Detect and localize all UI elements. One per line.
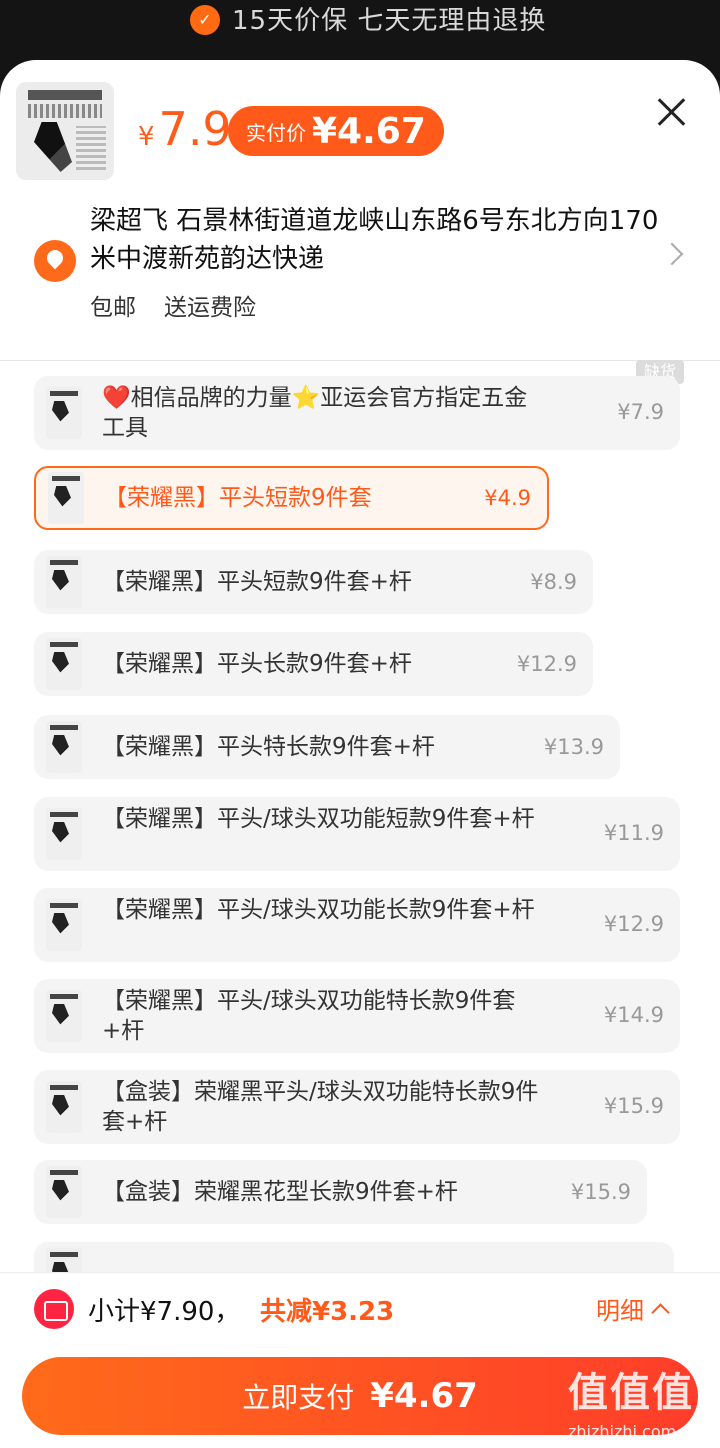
chevron-right-icon[interactable] bbox=[660, 242, 684, 266]
location-pin-icon bbox=[34, 240, 76, 282]
sku-name: ❤️相信品牌的力量⭐亚运会官方指定五金工具 bbox=[102, 385, 528, 441]
pay-amount: ¥4.67 bbox=[370, 1376, 478, 1416]
sku-price: ¥15.9 bbox=[603, 1094, 664, 1118]
watermark-logo: 值值值 bbox=[568, 1370, 694, 1416]
sku-name: 【盒装】荣耀黑平头/球头双功能特长款9件套+杆 bbox=[102, 1079, 539, 1135]
sku-name: 【荣耀黑】平头短款9件套 bbox=[104, 485, 372, 511]
chevron-up-icon bbox=[651, 1303, 670, 1322]
sku-price: ¥14.9 bbox=[603, 1003, 664, 1027]
sku-option[interactable]: 【盒装】荣耀黑平头/球头双功能特长款9件套+杆 ¥15.9 bbox=[34, 1070, 680, 1144]
sku-thumbnail bbox=[46, 387, 82, 439]
sku-selection-sheet: ¥7.9 实付价 ¥4.67 梁超飞 石景林街道道龙峡山东路6号东北方向170米… bbox=[0, 60, 720, 1448]
sku-option[interactable]: 【盒装】荣耀黑花型长款9件套+杆 ¥15.9 bbox=[34, 1160, 647, 1224]
paid-price-amount: ¥4.67 bbox=[312, 110, 426, 152]
detail-label: 明细 bbox=[596, 1297, 644, 1325]
sku-option[interactable]: 【荣耀黑】平头/球头双功能短款9件套+杆 ¥11.9 bbox=[34, 797, 680, 871]
paid-price-label: 实付价 bbox=[246, 120, 306, 145]
sku-thumbnail bbox=[46, 808, 82, 860]
sku-thumbnail bbox=[46, 556, 82, 608]
price-value: 7.9 bbox=[158, 102, 232, 156]
sku-name: 【荣耀黑】平头/球头双功能短款9件套+杆 bbox=[102, 806, 535, 832]
sku-option[interactable]: 【荣耀黑】平头/球头双功能特长款9件套+杆 ¥14.9 bbox=[34, 979, 680, 1053]
sku-name: 【荣耀黑】平头/球头双功能特长款9件套+杆 bbox=[102, 988, 516, 1044]
sku-price: ¥4.9 bbox=[484, 486, 531, 510]
paid-price-pill: 实付价 ¥4.67 bbox=[228, 106, 444, 156]
shield-check-icon: ✓ bbox=[190, 4, 220, 35]
product-thumbnail[interactable] bbox=[16, 82, 114, 180]
shipping-tags: 包邮 送运费险 bbox=[90, 288, 256, 322]
watermark-url: zhizhizhi.com bbox=[568, 1422, 677, 1441]
sku-price: ¥8.9 bbox=[530, 570, 577, 594]
shipping-address[interactable]: 梁超飞 石景林街道道龙峡山东路6号东北方向170米中渡新苑韵达快递 bbox=[90, 202, 660, 278]
sku-option[interactable]: 【荣耀黑】平头长款9件套+杆 ¥12.9 bbox=[34, 632, 593, 696]
sku-name: 【荣耀黑】平头长款9件套+杆 bbox=[102, 651, 412, 677]
subtotal-text: 小计¥7.90， bbox=[88, 1297, 241, 1327]
sku-option[interactable]: ❤️相信品牌的力量⭐亚运会官方指定五金工具 ¥7.9 bbox=[34, 376, 680, 450]
sku-name: 【荣耀黑】平头特长款9件套+杆 bbox=[102, 734, 435, 760]
sku-name: 【荣耀黑】平头短款9件套+杆 bbox=[102, 569, 412, 595]
sku-price: ¥13.9 bbox=[543, 735, 604, 759]
sku-price: ¥7.9 bbox=[617, 400, 664, 424]
sku-thumbnail bbox=[46, 721, 82, 773]
tag-free-shipping: 包邮 bbox=[90, 295, 136, 321]
sku-thumbnail bbox=[46, 899, 82, 951]
sku-price: ¥12.9 bbox=[603, 912, 664, 936]
sku-price: ¥12.9 bbox=[516, 652, 577, 676]
discount-text: 共减¥3.23 bbox=[260, 1297, 395, 1327]
sku-name: 【盒装】荣耀黑花型长款9件套+杆 bbox=[102, 1179, 458, 1205]
sku-thumbnail bbox=[46, 990, 82, 1042]
sku-price: ¥15.9 bbox=[570, 1180, 631, 1204]
guarantee-banner: ✓ 15天价保 七天无理由退换 bbox=[190, 0, 546, 37]
detail-toggle[interactable]: 明细 bbox=[596, 1291, 670, 1326]
original-price: ¥7.9 bbox=[138, 102, 232, 156]
sku-option[interactable]: 【荣耀黑】平头短款9件套+杆 ¥8.9 bbox=[34, 550, 593, 614]
tag-shipping-insurance: 送运费险 bbox=[164, 295, 256, 321]
close-icon[interactable] bbox=[656, 96, 688, 128]
sku-thumbnail bbox=[46, 1166, 82, 1218]
sku-name: 【荣耀黑】平头/球头双功能长款9件套+杆 bbox=[102, 897, 535, 923]
sku-option[interactable]: 【荣耀黑】平头/球头双功能长款9件套+杆 ¥12.9 bbox=[34, 888, 680, 962]
sku-thumbnail bbox=[46, 1081, 82, 1133]
sku-price: ¥11.9 bbox=[603, 821, 664, 845]
coupon-icon bbox=[34, 1289, 74, 1329]
site-watermark: 值值值 zhizhizhi.com bbox=[568, 1360, 694, 1441]
divider bbox=[0, 360, 720, 361]
sku-option[interactable]: 【荣耀黑】平头特长款9件套+杆 ¥13.9 bbox=[34, 715, 620, 779]
currency-symbol: ¥ bbox=[138, 122, 155, 152]
pay-label: 立即支付 bbox=[242, 1381, 355, 1414]
sku-thumbnail bbox=[46, 638, 82, 690]
guarantee-text: 15天价保 七天无理由退换 bbox=[232, 6, 547, 36]
sku-thumbnail bbox=[48, 472, 84, 524]
sku-option-selected[interactable]: 【荣耀黑】平头短款9件套 ¥4.9 bbox=[34, 466, 549, 530]
